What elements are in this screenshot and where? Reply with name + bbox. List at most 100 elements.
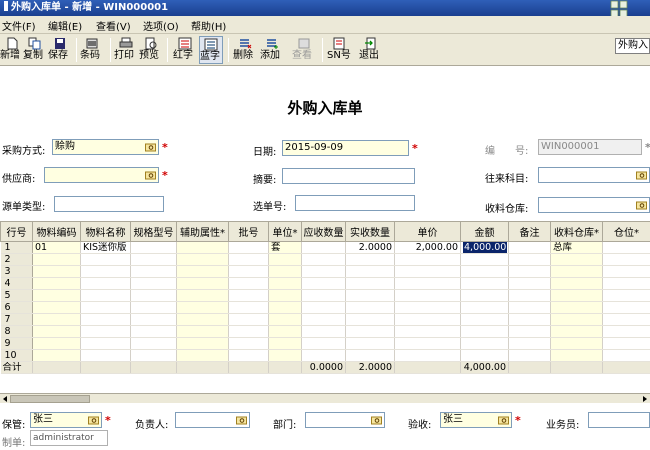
grid-cell[interactable] — [460, 349, 509, 362]
grid-cell[interactable]: KIS迷你版 — [80, 241, 131, 254]
grid-cell[interactable] — [394, 325, 461, 338]
grid-cell[interactable] — [80, 349, 131, 362]
preview-button[interactable]: 预览 — [139, 36, 163, 64]
grid-cell[interactable] — [130, 313, 177, 326]
grid-cell[interactable] — [268, 313, 302, 326]
grid-cell[interactable] — [345, 337, 395, 350]
table-row[interactable]: 10 — [0, 349, 650, 362]
select-no-input[interactable] — [295, 195, 415, 211]
grid-cell[interactable] — [228, 313, 269, 326]
grid-cell[interactable] — [394, 253, 461, 266]
grid-cell[interactable] — [176, 277, 229, 290]
lookup-icon[interactable] — [145, 142, 156, 152]
grid-cell[interactable] — [130, 337, 177, 350]
grid-cell[interactable]: 2.0000 — [345, 241, 395, 254]
grid-cell[interactable] — [228, 349, 269, 362]
table-row[interactable]: 9 — [0, 337, 650, 350]
col-header[interactable]: 应收数量 — [301, 221, 346, 242]
grid-cell[interactable] — [176, 325, 229, 338]
grid-cell[interactable] — [508, 241, 551, 254]
grid-cell[interactable] — [508, 289, 551, 302]
menu-options[interactable]: 选项(O) — [143, 18, 179, 33]
grid-cell[interactable] — [394, 349, 461, 362]
table-row[interactable]: 6 — [0, 301, 650, 314]
scrollbar-thumb[interactable] — [10, 395, 90, 403]
grid-cell[interactable] — [460, 337, 509, 350]
grid-cell[interactable] — [268, 325, 302, 338]
grid-cell[interactable] — [301, 289, 346, 302]
grid-cell[interactable] — [130, 325, 177, 338]
grid-cell[interactable]: 01 — [32, 241, 81, 254]
table-row[interactable]: 1 01 KIS迷你版 套 2.0000 2,000.00 4,000.00 总库 — [0, 241, 650, 254]
grid-cell[interactable] — [602, 277, 650, 290]
grid-cell[interactable] — [460, 325, 509, 338]
table-row[interactable]: 8 — [0, 325, 650, 338]
table-row[interactable]: 2 — [0, 253, 650, 266]
table-row[interactable]: 3 — [0, 265, 650, 278]
grid-cell[interactable] — [602, 241, 650, 254]
summary-input[interactable] — [282, 168, 415, 184]
col-header[interactable]: 单价 — [394, 221, 461, 242]
print-button[interactable]: 打印 — [114, 36, 138, 64]
grid-cell[interactable] — [602, 313, 650, 326]
grid-cell[interactable] — [602, 253, 650, 266]
grid-cell[interactable] — [345, 313, 395, 326]
grid-cell[interactable] — [176, 301, 229, 314]
lookup-icon[interactable] — [236, 415, 247, 425]
grid-cell[interactable] — [32, 325, 81, 338]
grid-cell[interactable] — [228, 253, 269, 266]
grid-cell[interactable] — [345, 265, 395, 278]
grid-cell[interactable] — [301, 349, 346, 362]
lookup-icon[interactable] — [371, 415, 382, 425]
blue-text-button[interactable]: 蓝字 — [199, 36, 223, 64]
grid-cell[interactable] — [602, 289, 650, 302]
lookup-icon[interactable] — [145, 170, 156, 180]
grid-cell[interactable] — [508, 313, 551, 326]
grid-cell[interactable] — [176, 241, 229, 254]
dept-input[interactable] — [305, 412, 385, 428]
grid-cell[interactable] — [228, 289, 269, 302]
grid-cell[interactable]: 套 — [268, 241, 302, 254]
grid-cell[interactable] — [268, 337, 302, 350]
delete-row-button[interactable]: 删除 — [233, 36, 257, 64]
grid-cell[interactable] — [80, 301, 131, 314]
grid-cell[interactable] — [268, 253, 302, 266]
grid-cell[interactable] — [602, 337, 650, 350]
grid-cell[interactable] — [176, 253, 229, 266]
grid-cell[interactable] — [508, 301, 551, 314]
col-header[interactable]: 行号 — [0, 221, 33, 242]
grid-cell[interactable] — [130, 301, 177, 314]
grid-cell[interactable] — [32, 313, 81, 326]
grid-cell[interactable] — [394, 277, 461, 290]
grid-cell[interactable] — [508, 277, 551, 290]
col-header[interactable]: 金额 — [460, 221, 509, 242]
grid-cell[interactable] — [345, 325, 395, 338]
grid-cell[interactable] — [176, 313, 229, 326]
grid-cell[interactable] — [550, 301, 603, 314]
grid-cell[interactable] — [550, 325, 603, 338]
lookup-icon[interactable] — [498, 415, 509, 425]
grid-cell[interactable] — [130, 289, 177, 302]
menu-help[interactable]: 帮助(H) — [191, 18, 226, 33]
table-row[interactable]: 5 — [0, 289, 650, 302]
grid-cell[interactable] — [80, 277, 131, 290]
grid-cell[interactable] — [345, 301, 395, 314]
grid-cell[interactable] — [460, 313, 509, 326]
col-header[interactable]: 收料仓库* — [550, 221, 603, 242]
grid-cell[interactable] — [228, 337, 269, 350]
grid-cell[interactable] — [301, 241, 346, 254]
grid-cell[interactable] — [550, 253, 603, 266]
grid-cell[interactable] — [602, 265, 650, 278]
grid-cell[interactable] — [80, 337, 131, 350]
grid-cell[interactable] — [301, 313, 346, 326]
source-type-input[interactable] — [54, 196, 164, 212]
account-input[interactable] — [538, 167, 650, 183]
grid-cell[interactable] — [268, 301, 302, 314]
grid-cell[interactable] — [550, 289, 603, 302]
col-header[interactable]: 批号 — [228, 221, 269, 242]
grid-cell[interactable] — [602, 349, 650, 362]
table-row[interactable]: 7 — [0, 313, 650, 326]
grid-cell[interactable] — [301, 277, 346, 290]
menu-view[interactable]: 查看(V) — [96, 18, 131, 33]
grid-cell[interactable] — [80, 325, 131, 338]
